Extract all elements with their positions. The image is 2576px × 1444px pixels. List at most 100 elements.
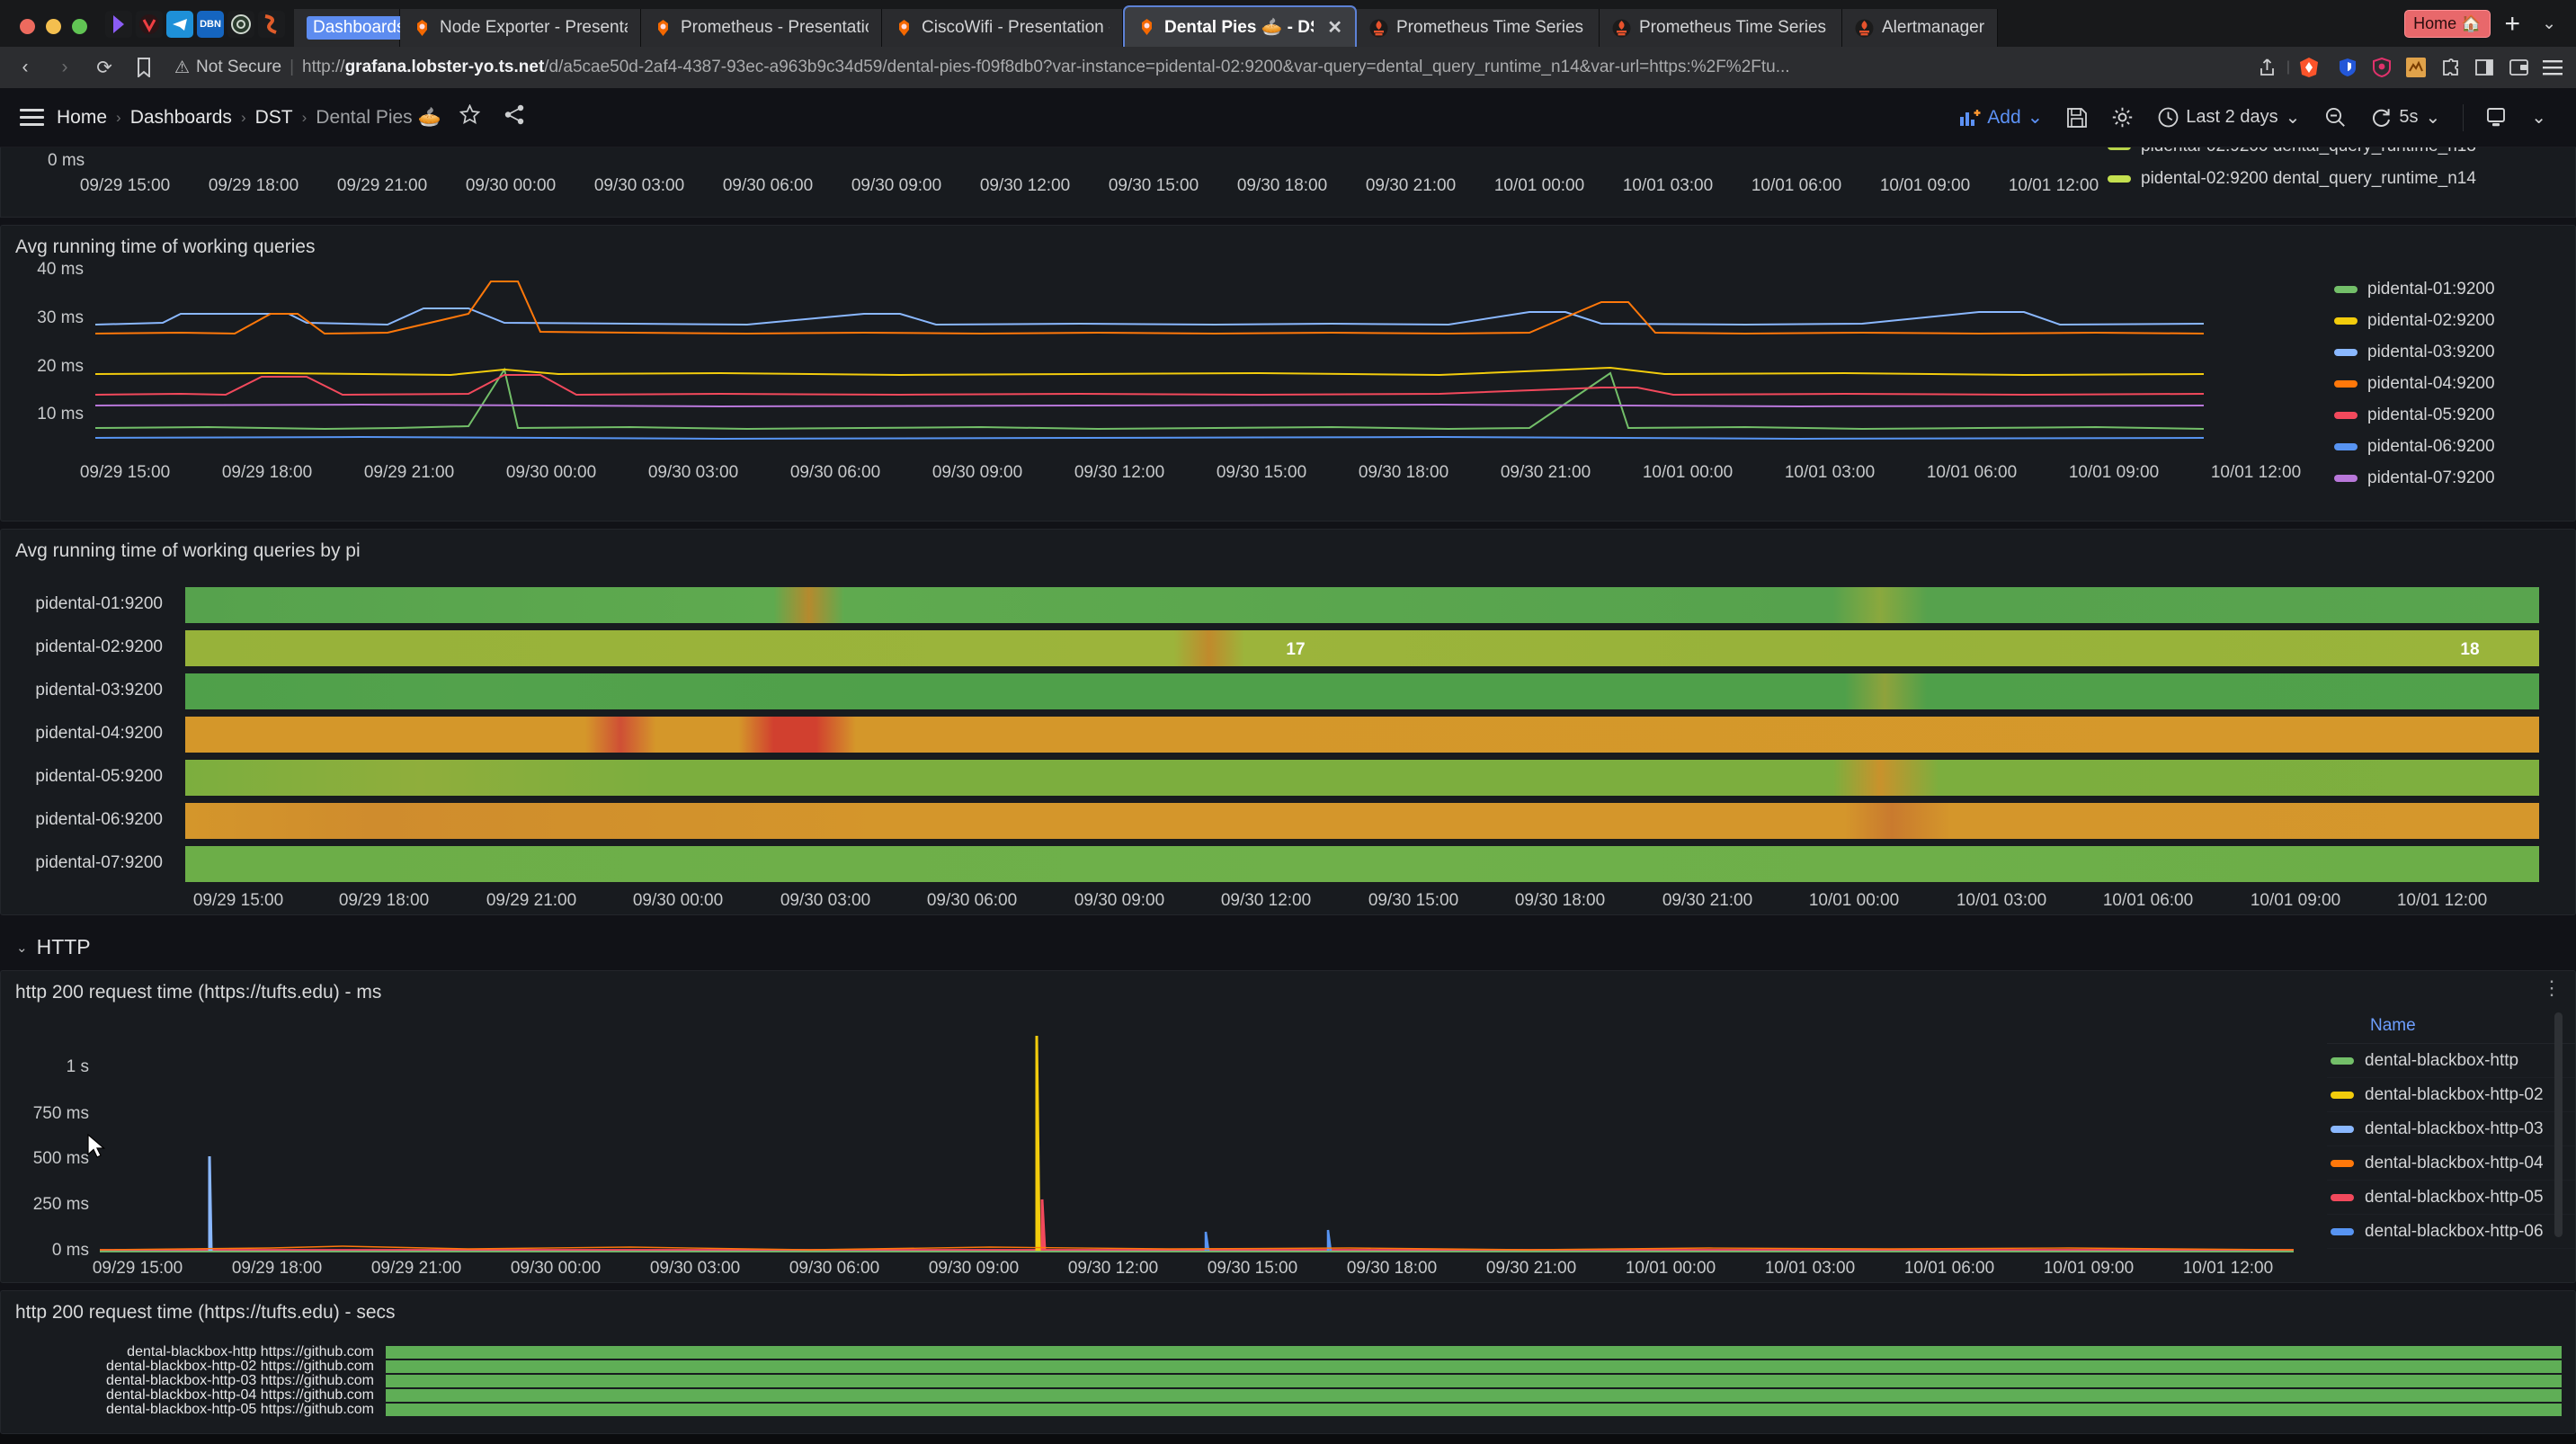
legend-item[interactable]: pidental-03:9200	[2334, 343, 2568, 362]
legend-item[interactable]: pidental-02:9200	[2334, 311, 2568, 331]
legend-item[interactable]: pidental-02:9200 dental_query_runtime_n1…	[2108, 147, 2575, 156]
tab-node-exporter[interactable]: Node Exporter - Presentati	[400, 9, 641, 47]
browser-menu-icon[interactable]	[2536, 53, 2569, 82]
wallet-icon[interactable]	[2502, 53, 2535, 82]
legend-item[interactable]: pidental-02:9200 dental_query_runtime_n1…	[2108, 169, 2575, 189]
tab-alertmanager[interactable]: Alertmanager	[1842, 9, 1999, 47]
add-panel-button[interactable]: Add ⌄	[1950, 102, 2052, 133]
legend-item[interactable]: pidental-04:9200	[2334, 374, 2568, 394]
x-tick: 09/30 09:00	[851, 176, 941, 195]
brave-lion-icon[interactable]	[2293, 53, 2325, 82]
legend-item[interactable]: pidental-05:9200	[2334, 406, 2568, 425]
tabstrip-actions[interactable]: Home 🏠 + ⌄	[2393, 10, 2576, 47]
tab-prometheus-ts-1[interactable]: Prometheus Time Series Co	[1357, 9, 1600, 47]
home-workspace-chip[interactable]: Home 🏠	[2404, 10, 2491, 38]
legend-row[interactable]: dental-blackbox-http-05	[2327, 1181, 2575, 1215]
wheel-icon[interactable]	[227, 11, 254, 38]
share-icon[interactable]	[2251, 53, 2284, 82]
sidebar-icon[interactable]	[2468, 53, 2500, 82]
legend-swatch	[2331, 1227, 2354, 1235]
legend-row[interactable]: dental-blackbox-http-02	[2327, 1078, 2575, 1112]
legend-row[interactable]: dental-blackbox-http-04	[2327, 1146, 2575, 1181]
zoom-out-button[interactable]	[2315, 102, 2356, 133]
heatmap-row[interactable]	[386, 1375, 2562, 1387]
maximize-window-button[interactable]	[72, 19, 87, 34]
menu-toggle-icon[interactable]	[20, 109, 44, 126]
x-tick: 09/29 21:00	[337, 176, 427, 195]
new-tab-button[interactable]: +	[2496, 10, 2530, 38]
address-field[interactable]: ⚠ Not Secure | http://grafana.lobster-yo…	[165, 52, 2248, 83]
section-header-http[interactable]: ⌄ HTTP	[0, 923, 2576, 970]
tab-dashboards[interactable]: Dashboards	[294, 9, 412, 47]
omnibox-actions[interactable]: |	[2251, 53, 2569, 82]
star-icon[interactable]	[454, 103, 486, 132]
legend-column-header[interactable]: Name	[2327, 1012, 2575, 1044]
tab-dental-pies[interactable]: Dental Pies 🥧 - DST - ✕	[1123, 5, 1357, 47]
tab-prometheus-ts-2[interactable]: Prometheus Time Series C	[1600, 9, 1842, 47]
puzzle-icon[interactable]	[2434, 53, 2466, 82]
forward-button[interactable]: ›	[47, 51, 83, 84]
heatmap-row[interactable]	[386, 1346, 2562, 1359]
kebab-menu-icon[interactable]: ⋮	[2542, 977, 2563, 997]
legend-row[interactable]: dental-blackbox-http	[2327, 1044, 2575, 1078]
brave-shield-icon[interactable]	[2331, 53, 2364, 82]
heatmap-row[interactable]	[386, 1360, 2562, 1373]
panel-title: http 200 request time (https://tufts.edu…	[15, 982, 382, 1003]
bookmark-icon[interactable]	[126, 51, 162, 84]
refresh-button[interactable]: 5s ⌄	[2361, 101, 2450, 134]
breadcrumb-item-dst[interactable]: DST	[255, 107, 293, 129]
heatmap-row[interactable]	[185, 673, 2539, 709]
reload-button[interactable]: ⟳	[86, 51, 122, 84]
toolbar-more-button[interactable]: ⌄	[2521, 101, 2556, 134]
tab-ciscowifi[interactable]: CiscoWifi - Presentation - [	[882, 9, 1123, 47]
snake-icon[interactable]	[258, 11, 285, 38]
tabs[interactable]: Dashboards Node Exporter - Presentati Pr…	[294, 0, 2393, 47]
share-nodes-icon[interactable]	[498, 103, 530, 132]
heatmap-row[interactable]	[185, 587, 2539, 623]
window-controls[interactable]	[9, 19, 102, 47]
heatmap-row[interactable]	[386, 1389, 2562, 1402]
clock-icon	[2158, 107, 2179, 128]
heatmap-row[interactable]	[185, 630, 2539, 666]
breadcrumb-item-dashboards[interactable]: Dashboards	[130, 107, 232, 129]
telegram-icon[interactable]	[166, 11, 193, 38]
brave-rewards-icon[interactable]	[2366, 53, 2398, 82]
legend-label: pidental-05:9200	[2367, 406, 2495, 424]
dbn-icon[interactable]: DBN	[197, 11, 224, 38]
extension-icons[interactable]	[2328, 53, 2569, 82]
tv-mode-button[interactable]	[2476, 102, 2516, 133]
heatmap-row[interactable]	[185, 717, 2539, 753]
heatmap-row[interactable]	[185, 803, 2539, 839]
x-tick: 09/30 06:00	[790, 463, 880, 482]
tab-prometheus-presentation[interactable]: Prometheus - Presentation	[641, 9, 882, 47]
minimize-window-button[interactable]	[46, 19, 61, 34]
vivaldi-icon[interactable]	[136, 11, 163, 38]
heatmap-row[interactable]	[185, 760, 2539, 796]
security-status[interactable]: ⚠ Not Secure	[174, 58, 281, 78]
legend-item[interactable]: pidental-06:9200	[2334, 437, 2568, 457]
legend-item[interactable]: pidental-01:9200	[2334, 280, 2568, 299]
close-tab-icon[interactable]: ✕	[1327, 16, 1342, 39]
heatmap-row[interactable]	[386, 1404, 2562, 1416]
breadcrumb-item-home[interactable]: Home	[57, 107, 107, 129]
camel-icon[interactable]	[2400, 53, 2432, 82]
legend-scrollbar[interactable]	[2554, 1012, 2563, 1237]
legend-row[interactable]: dental-blackbox-http-03	[2327, 1112, 2575, 1146]
save-dashboard-button[interactable]	[2057, 103, 2097, 133]
close-window-button[interactable]	[20, 19, 35, 34]
x-tick: 09/30 12:00	[1074, 463, 1164, 482]
panel-http-request-time-ms: http 200 request time (https://tufts.edu…	[0, 970, 2576, 1283]
apps-icon[interactable]	[105, 11, 132, 38]
heatmap-row[interactable]	[185, 846, 2539, 882]
tab-list-chevron-icon[interactable]: ⌄	[2535, 13, 2563, 34]
legend-row[interactable]: dental-blackbox-http-06	[2327, 1215, 2575, 1249]
grafana-icon	[1137, 18, 1156, 37]
pinned-apps[interactable]: DBN	[102, 11, 294, 47]
breadcrumb-separator: ›	[116, 108, 121, 126]
x-tick: 10/01 12:00	[2009, 176, 2099, 195]
back-button[interactable]: ‹	[7, 51, 43, 84]
legend-item[interactable]: pidental-07:9200	[2334, 468, 2568, 488]
dashboard-settings-button[interactable]	[2102, 102, 2143, 133]
breadcrumb-item-dental-pies[interactable]: Dental Pies 🥧	[316, 107, 441, 129]
time-range-picker[interactable]: Last 2 days ⌄	[2148, 101, 2310, 134]
